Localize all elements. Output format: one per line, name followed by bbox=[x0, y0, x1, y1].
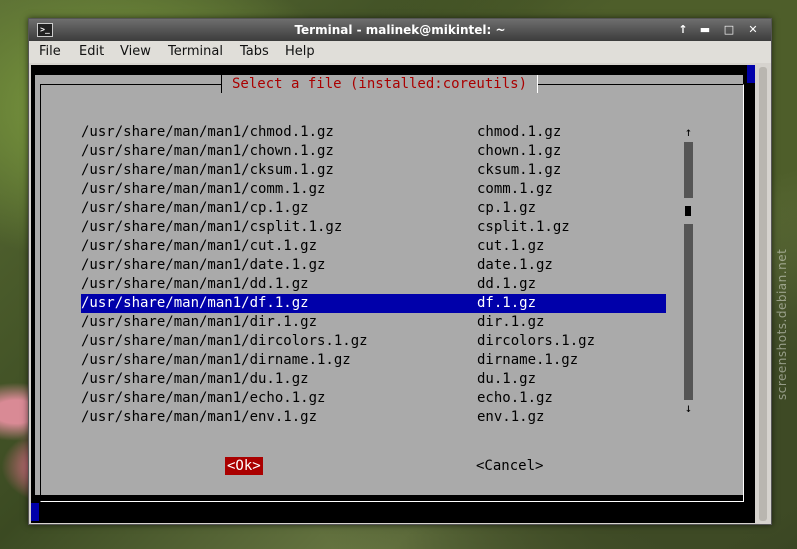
watermark-text: screenshots.debian.net bbox=[775, 248, 789, 400]
file-row[interactable]: /usr/share/man/man1/date.1.gz date.1.gz bbox=[81, 256, 666, 275]
file-name: df.1.gz bbox=[477, 295, 537, 311]
menu-terminal[interactable]: Terminal bbox=[168, 44, 223, 59]
terminal-cursor bbox=[31, 503, 39, 521]
scrollbar-track-upper[interactable] bbox=[684, 142, 693, 198]
file-row[interactable]: /usr/share/man/man1/env.1.gz env.1.gz bbox=[81, 408, 666, 427]
file-path: /usr/share/man/man1/comm.1.gz bbox=[81, 181, 326, 197]
file-name: env.1.gz bbox=[477, 409, 545, 425]
file-path: /usr/share/man/man1/df.1.gz bbox=[81, 295, 309, 311]
scroll-up-arrow-icon[interactable]: ↑ bbox=[684, 124, 693, 140]
file-name: cksum.1.gz bbox=[477, 162, 562, 178]
file-path: /usr/share/man/man1/cp.1.gz bbox=[81, 200, 309, 216]
file-row[interactable]: /usr/share/man/man1/cp.1.gz cp.1.gz bbox=[81, 199, 666, 218]
file-row[interactable]: /usr/share/man/man1/dirname.1.gz dirname.… bbox=[81, 351, 666, 370]
file-name: chmod.1.gz bbox=[477, 124, 562, 140]
file-name: cp.1.gz bbox=[477, 200, 537, 216]
file-select-dialog: Select a file (installed:coreutils) /usr… bbox=[35, 75, 744, 502]
file-path: /usr/share/man/man1/dirname.1.gz bbox=[81, 352, 351, 368]
file-path: /usr/share/man/man1/chown.1.gz bbox=[81, 143, 334, 159]
file-path: /usr/share/man/man1/du.1.gz bbox=[81, 371, 309, 387]
file-row[interactable]: /usr/share/man/man1/cksum.1.gz cksum.1.gz bbox=[81, 161, 666, 180]
file-name: cut.1.gz bbox=[477, 238, 545, 254]
file-path: /usr/share/man/man1/echo.1.gz bbox=[81, 390, 326, 406]
file-path: /usr/share/man/man1/dir.1.gz bbox=[81, 314, 318, 330]
file-row[interactable]: /usr/share/man/man1/dir.1.gz dir.1.gz bbox=[81, 313, 666, 332]
file-path: /usr/share/man/man1/env.1.gz bbox=[81, 409, 318, 425]
file-name: dir.1.gz bbox=[477, 314, 545, 330]
scroll-down-arrow-icon[interactable]: ↓ bbox=[684, 400, 693, 416]
file-row-selected[interactable]: /usr/share/man/man1/df.1.gz df.1.gz bbox=[81, 294, 666, 313]
titlebar: >_ Terminal - malinek@mikintel: ~ ↑ ▬ □ … bbox=[29, 19, 771, 41]
file-row[interactable]: /usr/share/man/man1/csplit.1.gz csplit.1.… bbox=[81, 218, 666, 237]
file-row[interactable]: /usr/share/man/man1/dd.1.gz dd.1.gz bbox=[81, 275, 666, 294]
menubar: File Edit View Terminal Tabs Help bbox=[29, 41, 771, 63]
file-name: date.1.gz bbox=[477, 257, 553, 273]
list-scrollbar[interactable]: ↑ ↓ bbox=[684, 124, 693, 416]
menu-tabs[interactable]: Tabs bbox=[240, 44, 269, 59]
ok-button[interactable]: <Ok> bbox=[225, 457, 263, 475]
file-row[interactable]: /usr/share/man/man1/chown.1.gz chown.1.gz bbox=[81, 142, 666, 161]
terminal-window: >_ Terminal - malinek@mikintel: ~ ↑ ▬ □ … bbox=[28, 18, 772, 525]
cancel-button[interactable]: <Cancel> bbox=[476, 457, 543, 475]
file-row[interactable]: /usr/share/man/man1/echo.1.gz echo.1.gz bbox=[81, 389, 666, 408]
file-row[interactable]: /usr/share/man/man1/du.1.gz du.1.gz bbox=[81, 370, 666, 389]
file-row[interactable]: /usr/share/man/man1/chmod.1.gz chmod.1.gz bbox=[81, 123, 666, 142]
file-name: du.1.gz bbox=[477, 371, 537, 387]
close-button[interactable]: ✕ bbox=[745, 22, 761, 38]
file-row[interactable]: /usr/share/man/man1/comm.1.gz comm.1.gz bbox=[81, 180, 666, 199]
menu-edit[interactable]: Edit bbox=[79, 44, 104, 59]
file-name: dircolors.1.gz bbox=[477, 333, 596, 349]
file-row[interactable]: /usr/share/man/man1/cut.1.gz cut.1.gz bbox=[81, 237, 666, 256]
keep-above-button[interactable]: ↑ bbox=[675, 22, 691, 38]
file-path: /usr/share/man/man1/date.1.gz bbox=[81, 257, 326, 273]
window-title: Terminal - malinek@mikintel: ~ bbox=[294, 23, 506, 37]
file-path: /usr/share/man/man1/csplit.1.gz bbox=[81, 219, 343, 235]
scrollbar-track-lower[interactable] bbox=[684, 224, 693, 400]
menu-help[interactable]: Help bbox=[285, 44, 315, 59]
file-path: /usr/share/man/man1/chmod.1.gz bbox=[81, 124, 334, 140]
menu-file[interactable]: File bbox=[39, 44, 61, 59]
scrollbar-thumb[interactable] bbox=[685, 206, 691, 216]
minimize-button[interactable]: ▬ bbox=[697, 22, 713, 38]
file-name: csplit.1.gz bbox=[477, 219, 570, 235]
window-scrollbar-thumb[interactable] bbox=[759, 67, 767, 521]
file-name: echo.1.gz bbox=[477, 390, 553, 406]
file-name: chown.1.gz bbox=[477, 143, 562, 159]
menu-view[interactable]: View bbox=[120, 44, 151, 59]
terminal-area[interactable]: Select a file (installed:coreutils) /usr… bbox=[31, 65, 755, 523]
file-name: dirname.1.gz bbox=[477, 352, 579, 368]
terminal-block bbox=[747, 65, 755, 83]
window-scrollbar[interactable] bbox=[757, 65, 769, 523]
file-path: /usr/share/man/man1/cut.1.gz bbox=[81, 238, 318, 254]
file-path: /usr/share/man/man1/dircolors.1.gz bbox=[81, 333, 368, 349]
maximize-button[interactable]: □ bbox=[721, 22, 737, 38]
file-name: comm.1.gz bbox=[477, 181, 553, 197]
file-row[interactable]: /usr/share/man/man1/dircolors.1.gz dircol… bbox=[81, 332, 666, 351]
file-path: /usr/share/man/man1/cksum.1.gz bbox=[81, 162, 334, 178]
dialog-title: Select a file (installed:coreutils) bbox=[221, 75, 539, 93]
file-name: dd.1.gz bbox=[477, 276, 537, 292]
file-path: /usr/share/man/man1/dd.1.gz bbox=[81, 276, 309, 292]
